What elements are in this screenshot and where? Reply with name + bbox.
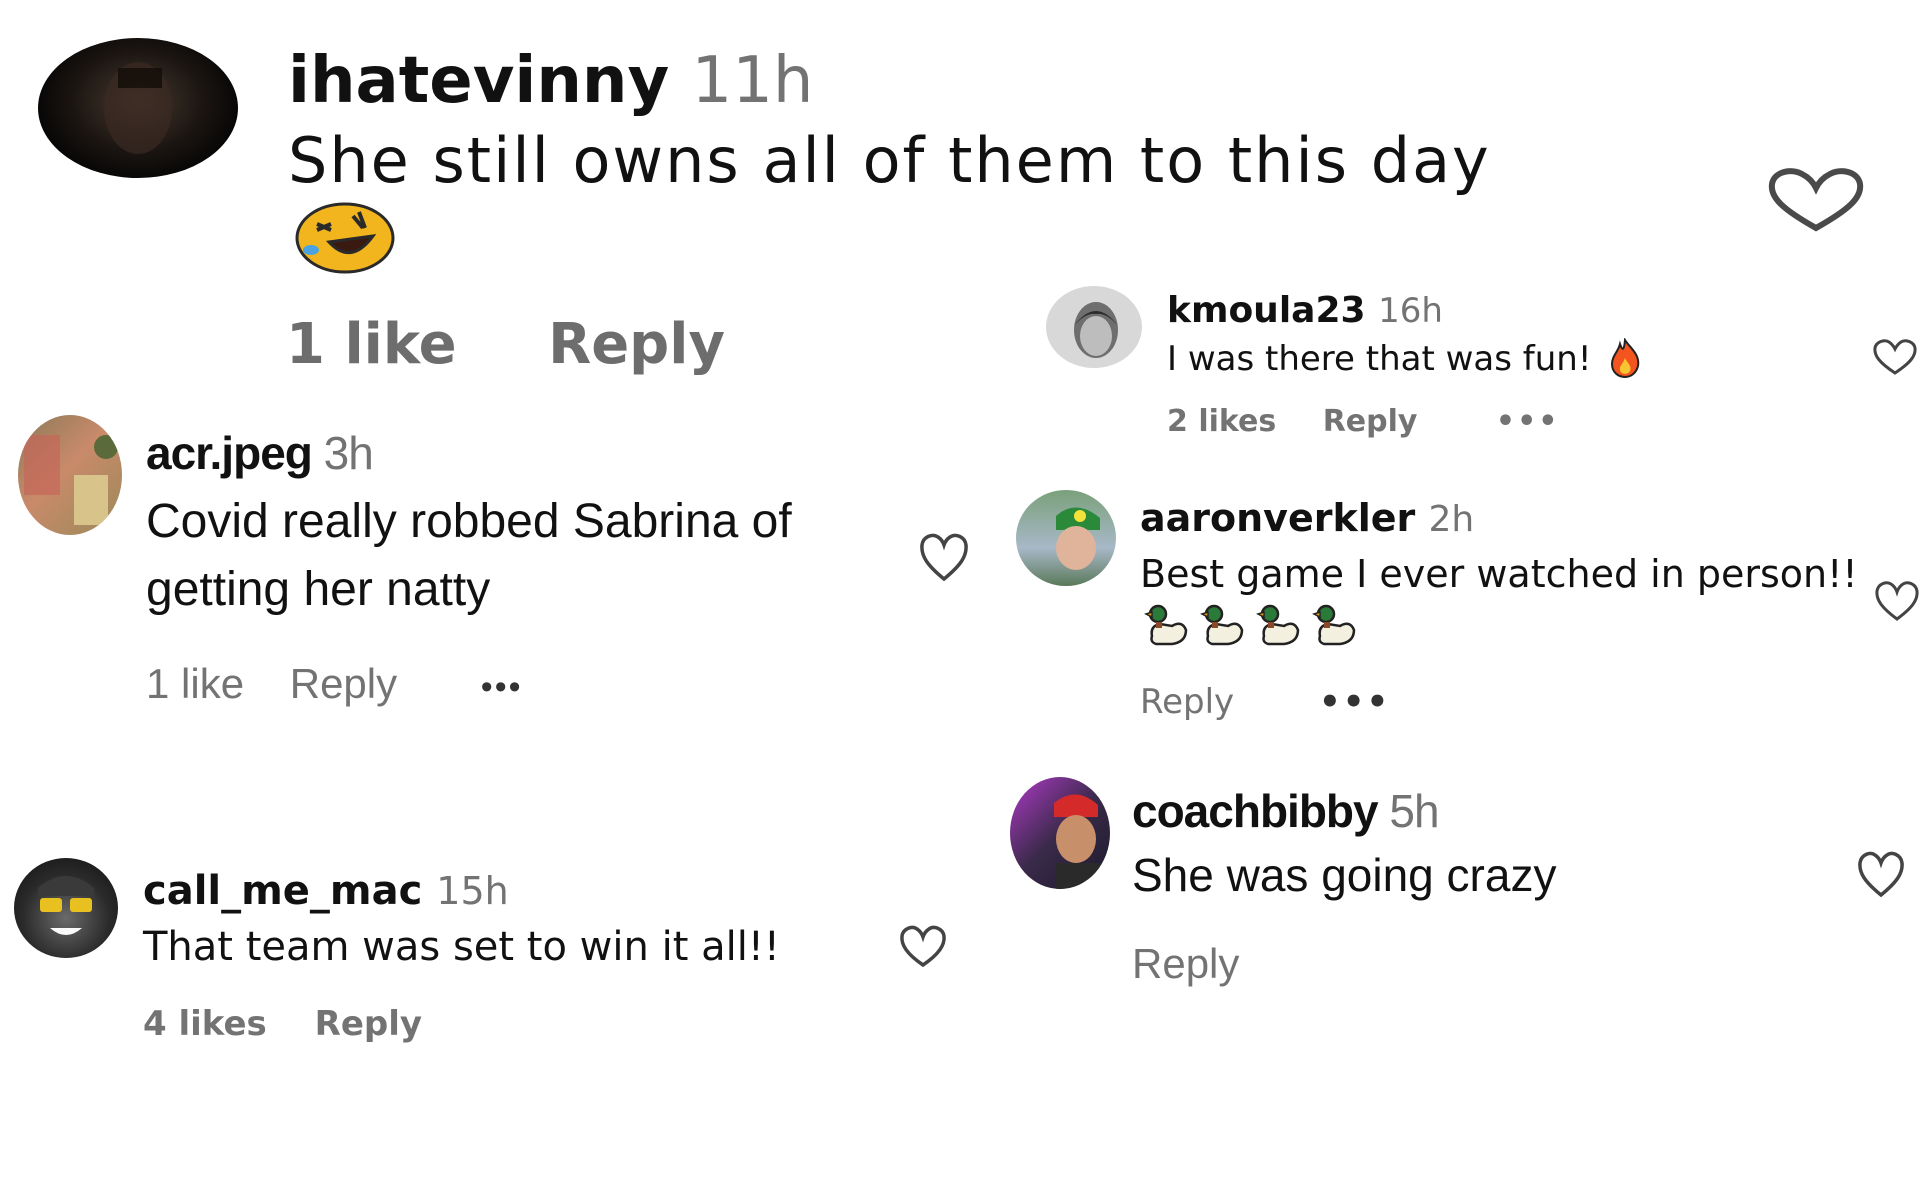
more-options-icon[interactable]: ••• — [1319, 682, 1390, 722]
comment-text: Best game I ever watched in person!! — [1140, 552, 1858, 596]
comment-actions: 2 likes Reply ••• — [1167, 404, 1559, 439]
timestamp: 15h — [436, 869, 509, 913]
timestamp: 16h — [1378, 291, 1443, 331]
more-options-icon[interactable]: ••• — [1496, 404, 1560, 439]
reply-button[interactable]: Reply — [548, 312, 725, 377]
comment-text-line-2: getting her natty — [146, 563, 491, 616]
likes-count[interactable]: 2 likes — [1167, 404, 1276, 439]
avatar[interactable] — [1010, 777, 1110, 889]
likes-count[interactable]: 1 like — [286, 312, 457, 377]
username[interactable]: call_me_mac 15h — [143, 868, 509, 914]
comment-text: She was going crazy — [1132, 849, 1557, 901]
heart-outline-icon[interactable] — [1766, 166, 1866, 232]
comment-text: She still owns all of them to this day — [288, 124, 1491, 197]
heart-outline-icon[interactable] — [1872, 338, 1918, 376]
reply-button[interactable]: Reply — [290, 660, 397, 708]
timestamp: 11h — [691, 44, 814, 118]
comment-text-line-1: Covid really robbed Sabrina of — [146, 495, 792, 548]
avatar[interactable] — [1046, 286, 1142, 368]
reply-button[interactable]: Reply — [1323, 404, 1418, 439]
likes-count[interactable]: 4 likes — [143, 1004, 267, 1044]
heart-outline-icon[interactable] — [898, 924, 948, 968]
avatar[interactable] — [38, 38, 238, 178]
more-options-icon[interactable]: ••• — [481, 668, 523, 707]
reply-button[interactable]: Reply — [1132, 940, 1239, 988]
username[interactable]: aaronverkler 2h — [1140, 496, 1474, 540]
comment-text: I was there that was fun! — [1167, 336, 1642, 379]
likes-count[interactable]: 1 like — [146, 660, 244, 708]
avatar[interactable] — [14, 858, 118, 958]
avatar[interactable] — [1016, 490, 1116, 586]
comment-actions: 4 likes Reply — [143, 1004, 422, 1044]
username[interactable]: kmoula23 16h — [1167, 290, 1443, 331]
comment-actions: Reply ••• — [1140, 682, 1390, 722]
reply-button[interactable]: Reply — [1140, 682, 1234, 722]
duck-emoji-row-icon — [1142, 600, 1358, 654]
avatar[interactable] — [18, 415, 122, 535]
heart-outline-icon[interactable] — [1874, 580, 1920, 622]
fire-emoji-icon — [1611, 336, 1640, 379]
heart-outline-icon[interactable] — [918, 532, 970, 582]
heart-outline-icon[interactable] — [1856, 850, 1906, 898]
username[interactable]: acr.jpeg 3h — [146, 426, 374, 480]
timestamp: 3h — [323, 427, 374, 479]
username[interactable]: ihatevinny 11h — [288, 44, 813, 118]
timestamp: 5h — [1389, 785, 1439, 837]
timestamp: 2h — [1428, 499, 1475, 540]
comment-actions: 1 like Reply ••• — [146, 660, 523, 708]
comment-actions: Reply — [1132, 940, 1239, 988]
comment-text: That team was set to win it all!! — [143, 924, 780, 970]
comment-actions: 1 like Reply — [286, 312, 725, 377]
reply-button[interactable]: Reply — [315, 1004, 422, 1044]
username[interactable]: coachbibby 5h — [1132, 784, 1440, 838]
rofl-emoji-icon — [295, 202, 395, 278]
